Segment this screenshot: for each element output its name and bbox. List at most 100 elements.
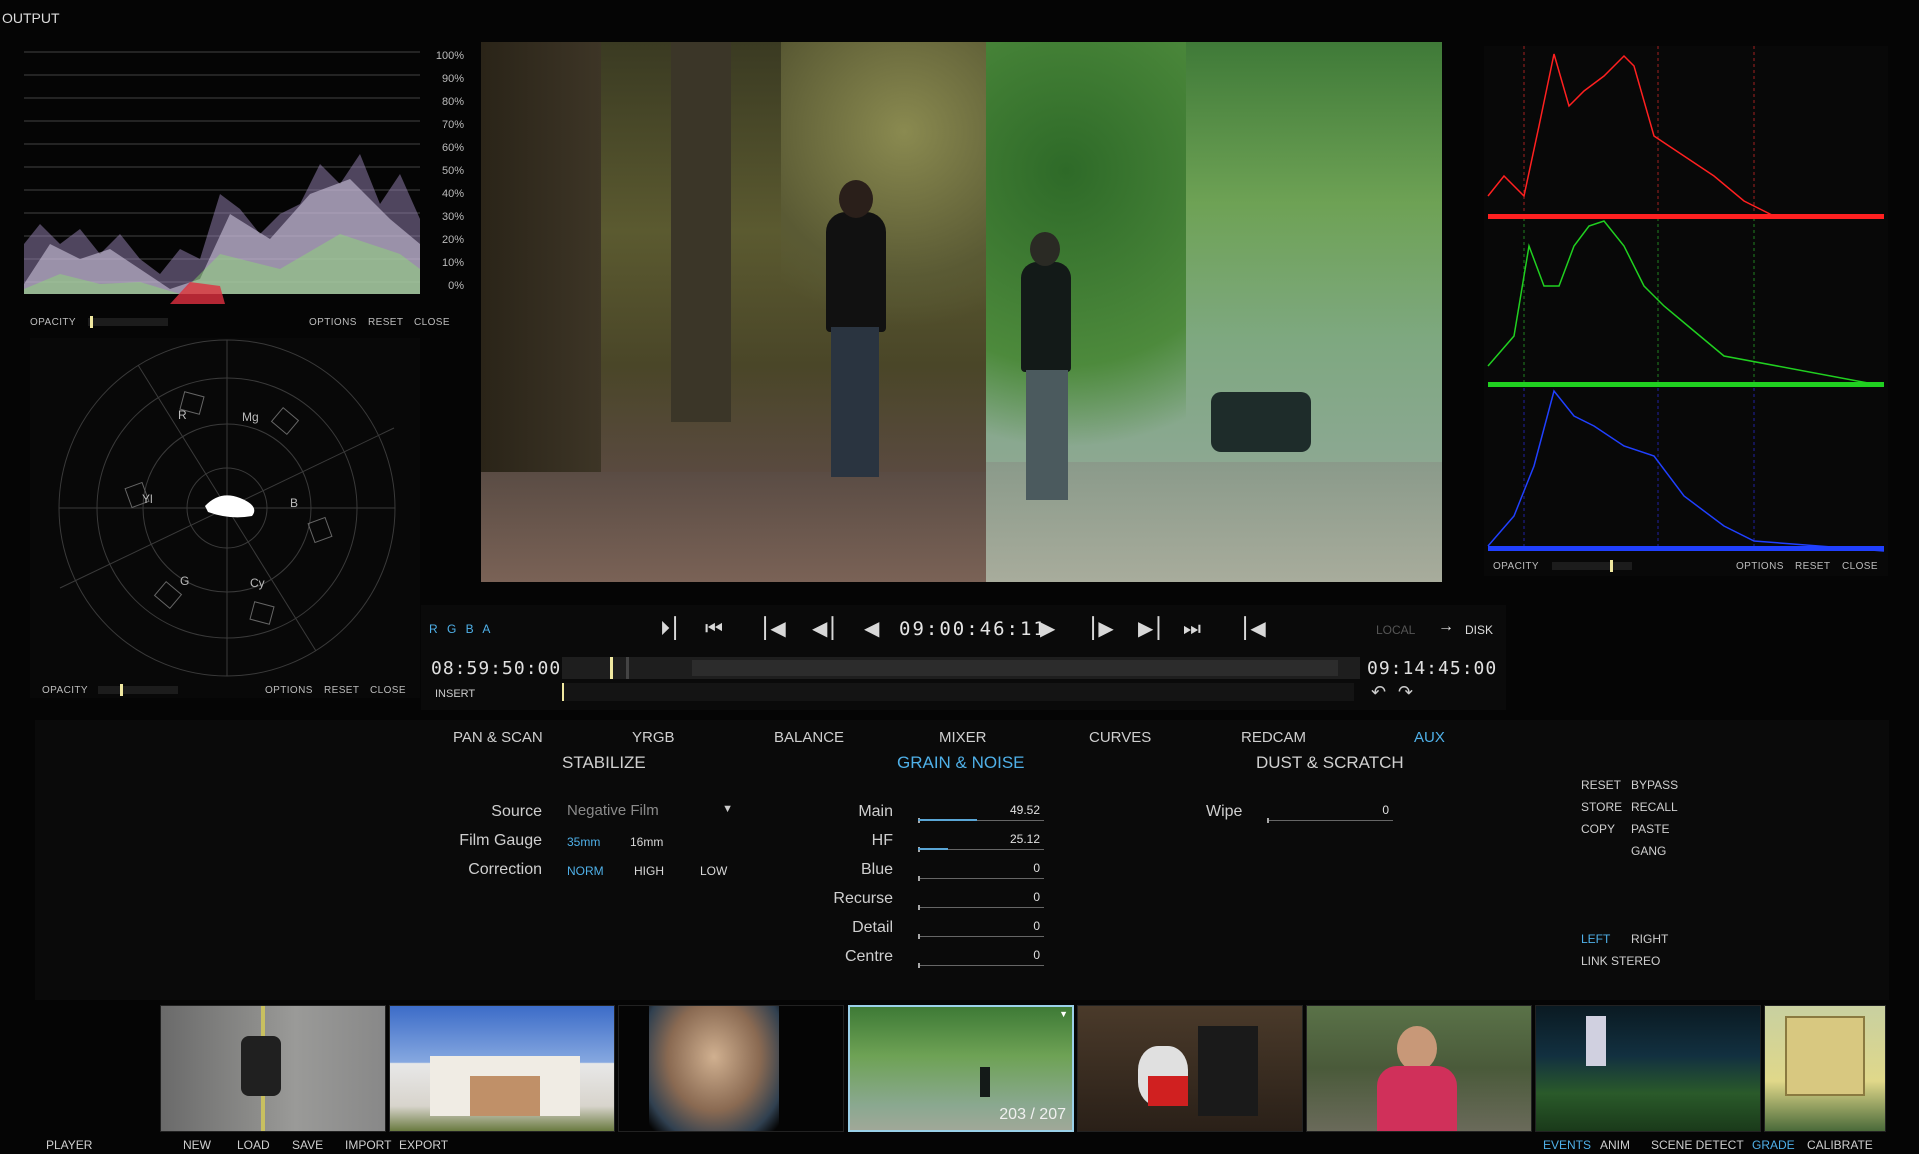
left-eye-button[interactable]: LEFT [1581,932,1610,946]
tab-mixer[interactable]: MIXER [939,729,987,746]
thumbnail-selected[interactable]: ▼ 203 / 207 [848,1005,1074,1132]
wipe-slider[interactable]: 0 [1267,803,1393,823]
histogram-reset-button[interactable]: RESET [1795,561,1830,572]
undo-icon[interactable]: ↶ [1371,682,1386,703]
next-event-button[interactable]: ▶⎮ [1138,617,1164,641]
step-back-button[interactable]: ◀⎮ [812,617,838,641]
grain-slider[interactable]: 0 [918,948,1044,968]
thumbnail[interactable] [160,1005,386,1132]
grain-slider[interactable]: 0 [918,919,1044,939]
waveform-opacity-slider[interactable] [88,316,168,328]
tab-curves[interactable]: CURVES [1089,729,1151,746]
vectorscope-target-cy: Cy [250,576,265,590]
grain-slider[interactable]: 0 [918,890,1044,910]
timeline-scrubber[interactable] [562,657,1360,679]
arrow-right-icon: → [1438,618,1454,635]
grain-slider[interactable]: 25.12 [918,832,1044,852]
thumbnail[interactable] [1764,1005,1886,1132]
start-timecode: 08:59:50:00 [431,658,562,679]
go-to-end-button[interactable]: ⏭ [1183,617,1201,641]
chevron-down-icon: ▼ [722,803,733,815]
export-button[interactable]: EXPORT [399,1138,448,1152]
scale-label: 30% [441,211,464,223]
gang-button[interactable]: GANG [1631,844,1666,858]
scale-label: 50% [441,165,464,177]
vectorscope-graph [58,339,396,677]
scale-label: 100% [435,50,464,62]
mark-out-button[interactable]: ⎮◀ [1240,617,1266,641]
wipe-label: Wipe [1206,803,1243,820]
grain-slider[interactable]: 49.52 [918,803,1044,823]
histogram-opacity-label: OPACITY [1493,561,1539,572]
graded-image [986,42,1442,582]
correction-label: Correction [468,861,542,878]
anim-button[interactable]: ANIM [1600,1138,1630,1152]
correction-high-option[interactable]: HIGH [634,864,664,878]
grain-slider[interactable]: 0 [918,861,1044,881]
player-button[interactable]: PLAYER [46,1138,92,1152]
play-reverse-button[interactable]: ◀ [864,617,879,641]
histogram-options-button[interactable]: OPTIONS [1736,561,1784,572]
histogram-close-button[interactable]: CLOSE [1842,561,1878,572]
source-dropdown[interactable]: Negative Film ▼ [567,802,737,822]
paste-button[interactable]: PASTE [1631,822,1669,836]
right-eye-button[interactable]: RIGHT [1631,932,1668,946]
gauge-16mm-option[interactable]: 16mm [630,835,663,849]
tab-pan-scan[interactable]: PAN & SCAN [453,729,543,746]
gauge-35mm-option[interactable]: 35mm [567,835,600,849]
copy-button[interactable]: COPY [1581,822,1615,836]
thumbnail[interactable] [1306,1005,1532,1132]
events-button[interactable]: EVENTS [1543,1138,1591,1152]
thumbnail[interactable] [1077,1005,1303,1132]
waveform-close-button[interactable]: CLOSE [414,317,450,328]
grain-slider-value: 49.52 [1009,803,1040,817]
scene-detect-button[interactable]: SCENE DETECT [1651,1138,1744,1152]
previous-event-button[interactable]: ⎮◀ [760,617,786,641]
local-toggle[interactable]: LOCAL [1376,623,1415,637]
thumbnail[interactable] [618,1005,844,1132]
tab-yrgb[interactable]: YRGB [632,729,675,746]
vectorscope-options-button[interactable]: OPTIONS [265,685,313,696]
wipe-value: 0 [1382,803,1389,817]
link-stereo-button[interactable]: LINK STEREO [1581,954,1660,968]
go-to-start-button[interactable]: ⏮ [705,617,723,641]
import-button[interactable]: IMPORT [345,1138,391,1152]
bypass-button[interactable]: BYPASS [1631,778,1678,792]
insert-track[interactable] [562,683,1354,701]
waveform-graph [24,51,420,304]
correction-low-option[interactable]: LOW [700,864,727,878]
histogram-opacity-slider[interactable] [1552,560,1632,572]
store-button[interactable]: STORE [1581,800,1622,814]
redo-icon[interactable]: ↷ [1398,682,1413,703]
thumbnail[interactable] [1535,1005,1761,1132]
scale-label: 40% [441,188,464,200]
vectorscope-opacity-slider[interactable] [98,684,178,696]
play-button[interactable]: ▶ [1040,617,1055,641]
disk-toggle[interactable]: DISK [1465,623,1493,637]
reset-button[interactable]: RESET [1581,778,1621,792]
vectorscope-target-b: B [290,496,299,510]
channel-selector[interactable]: R G B A [429,622,493,636]
waveform-options-button[interactable]: OPTIONS [309,317,357,328]
recall-button[interactable]: RECALL [1631,800,1678,814]
playhead[interactable] [610,657,613,679]
tab-redcam[interactable]: REDCAM [1241,729,1306,746]
image-viewer[interactable] [481,42,1442,582]
save-button[interactable]: SAVE [292,1138,323,1152]
correction-norm-option[interactable]: NORM [567,864,604,878]
thumbnail[interactable] [389,1005,615,1132]
vectorscope-reset-button[interactable]: RESET [324,685,359,696]
step-forward-button[interactable]: ⎮▶ [1088,617,1114,641]
tab-aux[interactable]: AUX [1414,729,1445,746]
scale-label: 60% [441,142,464,154]
calibrate-button[interactable]: CALIBRATE [1807,1138,1873,1152]
load-button[interactable]: LOAD [237,1138,270,1152]
mark-in-button[interactable]: ⏵⎮ [660,617,680,641]
waveform-panel: 100% 90% 80% 70% 60% 50% 40% 30% 20% 10%… [20,44,464,334]
vectorscope-close-button[interactable]: CLOSE [370,685,406,696]
tab-balance[interactable]: BALANCE [774,729,844,746]
waveform-reset-button[interactable]: RESET [368,317,403,328]
scale-label: 10% [441,257,464,269]
grade-button[interactable]: GRADE [1752,1138,1795,1152]
new-button[interactable]: NEW [183,1138,211,1152]
